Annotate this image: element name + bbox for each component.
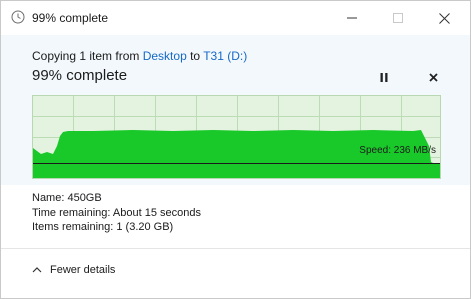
transfer-speed-graph: Speed: 236 MB/s [32, 95, 441, 179]
time-remaining: Time remaining: About 15 seconds [32, 206, 201, 219]
title-bar[interactable]: 99% complete [1, 1, 470, 35]
minimize-icon [347, 17, 357, 19]
close-icon [428, 72, 438, 82]
chevron-up-icon [32, 267, 42, 273]
maximize-button [375, 1, 421, 35]
copy-description: Copying 1 item from Desktop to T31 (D:) [32, 48, 247, 64]
percent-complete-heading: 99% complete [32, 67, 128, 84]
window-title: 99% complete [32, 11, 109, 25]
file-name: Name: 450GB [32, 192, 102, 204]
transfer-details: Name: 450GB Time remaining: About 15 sec… [32, 191, 201, 235]
items-remaining: Items remaining: 1 (3.20 GB) [32, 221, 174, 233]
to-word: to [186, 49, 204, 63]
source-link[interactable]: Desktop [143, 49, 187, 63]
minimize-button[interactable] [329, 1, 375, 35]
fewer-details-label: Fewer details [50, 264, 116, 276]
speed-graph-svg [33, 96, 440, 178]
speed-label: Speed: 236 MB/s [359, 145, 436, 156]
copy-prefix: Copying 1 item from [32, 49, 143, 63]
footer-divider [1, 248, 470, 249]
cancel-copy-button[interactable] [424, 68, 442, 86]
clock-icon [11, 10, 25, 24]
pause-button[interactable] [375, 68, 393, 86]
pause-icon [380, 72, 388, 82]
copy-progress-dialog: 99% complete Copying 1 item from Desktop… [0, 0, 471, 299]
close-icon [438, 12, 450, 24]
close-window-button[interactable] [421, 1, 467, 35]
fewer-details-button[interactable]: Fewer details [32, 263, 115, 277]
progress-panel: Copying 1 item from Desktop to T31 (D:) … [1, 35, 470, 185]
destination-link[interactable]: T31 (D:) [203, 49, 247, 63]
maximize-icon [393, 13, 403, 23]
